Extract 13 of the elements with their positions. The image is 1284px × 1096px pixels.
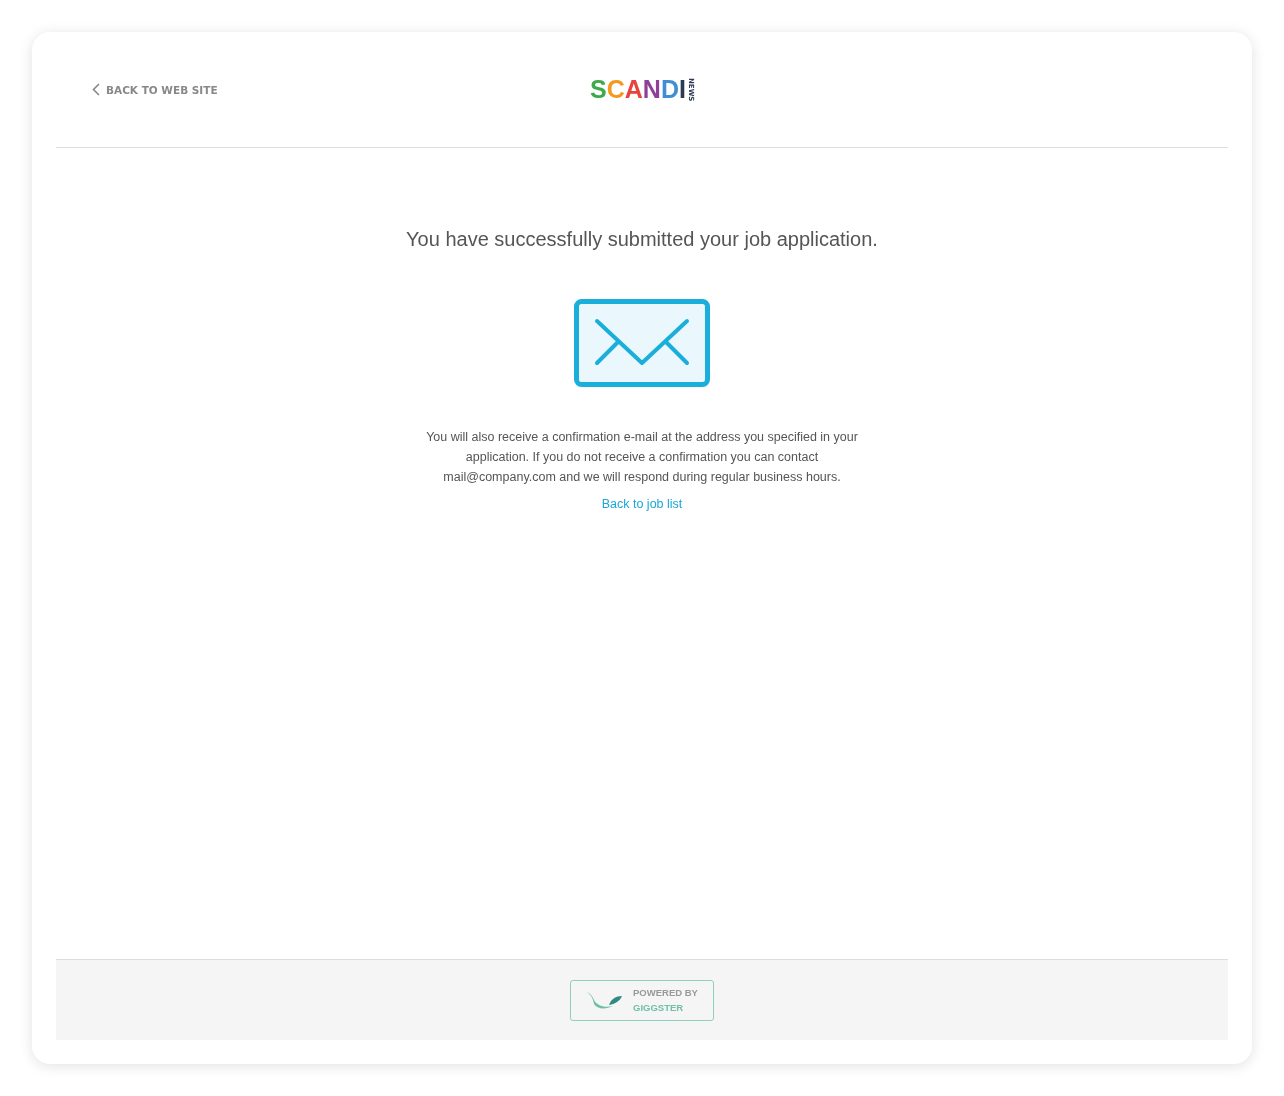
logo-letter: D xyxy=(660,77,679,102)
powered-by-badge[interactable]: POWERED BY GIGGSTER xyxy=(570,979,714,1021)
success-heading: You have successfully submitted your job application. xyxy=(406,228,878,251)
envelope-icon xyxy=(574,299,710,387)
logo-letter: A xyxy=(624,77,643,102)
back-to-job-list-link[interactable]: Back to job list xyxy=(601,497,683,511)
logo-letter: C xyxy=(606,77,625,102)
logo-letter: N xyxy=(642,77,661,102)
confirmation-message: You will also receive a confirmation e-mail at the address you specified in your application. If you do not receive a confirmation you can contact mail@company.com and we will respond during regular business hours. xyxy=(425,429,859,486)
logo-letter: S xyxy=(590,77,607,102)
chevron-left-icon xyxy=(92,83,100,96)
back-link[interactable]: BACK TO WEB SITE xyxy=(92,83,292,96)
logo-letter: I xyxy=(679,77,686,102)
